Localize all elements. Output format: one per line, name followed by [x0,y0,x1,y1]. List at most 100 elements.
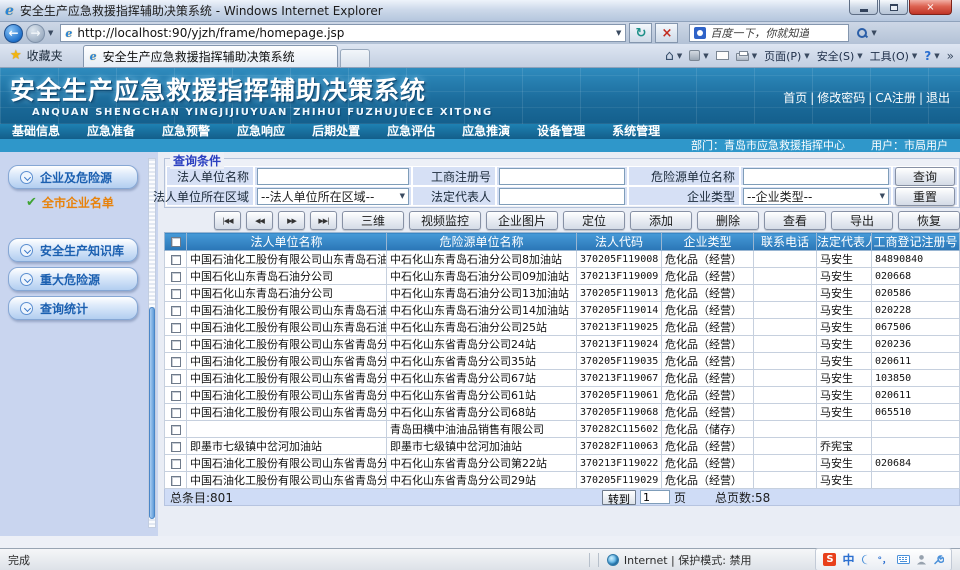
restore-button[interactable]: 恢复 [898,211,960,230]
header-link[interactable]: 退出 [926,89,950,106]
header-link[interactable]: CA注册 [875,89,916,106]
legal-unit-name-input[interactable] [257,168,409,185]
table-row: 中国石油化工股份有限公司山东青岛石油分公司中石化山东青岛石油分公司25站3702… [165,319,960,336]
select-all-checkbox[interactable] [171,237,181,247]
reset-button[interactable]: 重置 [895,187,955,206]
row-checkbox[interactable] [171,255,181,265]
table-row: 中国石油化工股份有限公司山东省青岛分公司中石化山东省青岛分公司24站370213… [165,336,960,353]
home-button[interactable]: ⌂▼ [665,48,682,64]
prev-page-button[interactable]: ◀◀ [246,211,273,230]
last-page-button[interactable]: ▶▶| [310,211,337,230]
keyboard-icon[interactable] [897,555,910,564]
sidebar-item-city-enterprise-list[interactable]: ✔全市企业名单 [26,194,158,211]
menu-item[interactable]: 基础信息 [12,124,60,139]
new-tab-button[interactable] [340,49,370,67]
table-cell [754,455,817,472]
forward-button[interactable]: → [26,24,45,43]
search-button[interactable]: 查询 [895,167,955,186]
table-cell: 中国石油化工股份有限公司山东省青岛分公司 [187,404,387,421]
page-number-input[interactable] [640,490,670,504]
row-checkbox[interactable] [171,442,181,452]
read-mail-button[interactable] [716,51,729,60]
row-checkbox[interactable] [171,357,181,367]
row-checkbox[interactable] [171,476,181,486]
tools-menu[interactable]: 工具(O)▼ [870,48,918,64]
view-button[interactable]: 查看 [764,211,826,230]
page-menu[interactable]: 页面(P)▼ [764,48,810,64]
feed-button[interactable]: ▼ [689,50,708,61]
sidebar-scrollbar-thumb[interactable] [149,307,155,519]
page-content: 安全生产应急救援指挥辅助决策系统 ANQUAN SHENGCHAN YINGJI… [0,68,960,548]
refresh-button[interactable]: ↻ [629,23,652,43]
search-dropdown-icon[interactable]: ▼ [871,29,876,37]
row-checkbox[interactable] [171,289,181,299]
person-icon[interactable] [916,554,927,565]
back-button[interactable]: ← [4,24,23,43]
address-dropdown-icon[interactable]: ▼ [616,29,621,37]
add-button[interactable]: 添加 [630,211,692,230]
history-dropdown-icon[interactable]: ▼ [48,29,53,37]
menu-item[interactable]: 应急准备 [87,124,135,139]
menu-item[interactable]: 应急推演 [462,124,510,139]
row-checkbox[interactable] [171,408,181,418]
wrench-icon[interactable] [933,554,944,565]
header-link[interactable]: 首页 [783,89,807,106]
business-reg-no-input[interactable] [499,168,625,185]
sidebar-scrollbar[interactable] [148,158,156,528]
address-bar[interactable]: e http://localhost:90/yjzh/frame/homepag… [60,24,626,42]
print-button[interactable]: ▼ [736,51,757,61]
goto-page-button[interactable]: 转到 [602,490,636,505]
region-select[interactable]: --法人单位所在区域--▼ [257,188,409,205]
row-checkbox-cell [165,438,187,455]
row-checkbox[interactable] [171,391,181,401]
delete-button[interactable]: 删除 [697,211,759,230]
search-icon[interactable] [856,27,868,39]
minimize-button[interactable] [849,0,878,15]
sidebar-item-query-statistics[interactable]: 查询统计 [8,296,138,320]
stop-button[interactable]: × [655,23,678,43]
moon-icon[interactable] [860,554,871,565]
address-toolbar: ← → ▼ e http://localhost:90/yjzh/frame/h… [0,22,960,44]
table-row: 即墨市七级镇中岔河加油站即墨市七级镇中岔河加油站370282F110063危化品… [165,438,960,455]
row-checkbox[interactable] [171,323,181,333]
video-monitor-button[interactable]: 视频监控 [409,211,481,230]
row-checkbox[interactable] [171,340,181,350]
menu-item[interactable]: 系统管理 [612,124,660,139]
header-link[interactable]: 修改密码 [817,89,865,106]
maximize-button[interactable] [879,0,908,15]
table-cell [872,421,960,438]
row-checkbox[interactable] [171,374,181,384]
toolbar-overflow-button[interactable]: » [947,49,954,63]
legal-representative-input[interactable] [499,188,625,205]
next-page-button[interactable]: ▶▶ [278,211,305,230]
chevron-down-icon: ▼ [880,192,885,200]
safety-menu[interactable]: 安全(S)▼ [817,48,863,64]
menu-item[interactable]: 应急响应 [237,124,285,139]
row-checkbox[interactable] [171,459,181,469]
enterprise-photo-button[interactable]: 企业图片 [486,211,558,230]
first-page-button[interactable]: |◀◀ [214,211,241,230]
sidebar-item-safety-knowledge-base[interactable]: 安全生产知识库 [8,238,138,262]
sidebar-item-enterprise-and-hazard[interactable]: 企业及危险源 [8,165,138,189]
active-tab[interactable]: e 安全生产应急救援指挥辅助决策系统 [83,45,338,67]
hazard-unit-name-input[interactable] [743,168,889,185]
row-checkbox[interactable] [171,306,181,316]
locate-button[interactable]: 定位 [563,211,625,230]
sidebar-item-major-hazard[interactable]: 重大危险源 [8,267,138,291]
menu-item[interactable]: 应急评估 [387,124,435,139]
enterprise-type-select[interactable]: --企业类型--▼ [743,188,889,205]
punctuation-icon[interactable]: °， [877,553,891,566]
row-checkbox[interactable] [171,272,181,282]
sogou-logo-icon[interactable]: S [823,553,836,566]
view-3d-button[interactable]: 三维 [342,211,404,230]
favorites-button[interactable]: ★ 收藏夹 [4,44,69,67]
close-button[interactable]: × [909,0,952,15]
help-menu[interactable]: ?▼ [924,49,939,63]
export-button[interactable]: 导出 [831,211,893,230]
menu-item[interactable]: 应急预警 [162,124,210,139]
menu-item[interactable]: 设备管理 [537,124,585,139]
row-checkbox[interactable] [171,425,181,435]
chinese-mode-icon[interactable]: 中 [842,551,854,568]
search-input[interactable]: 百度一下，你就知道 [689,24,849,42]
menu-item[interactable]: 后期处置 [312,124,360,139]
